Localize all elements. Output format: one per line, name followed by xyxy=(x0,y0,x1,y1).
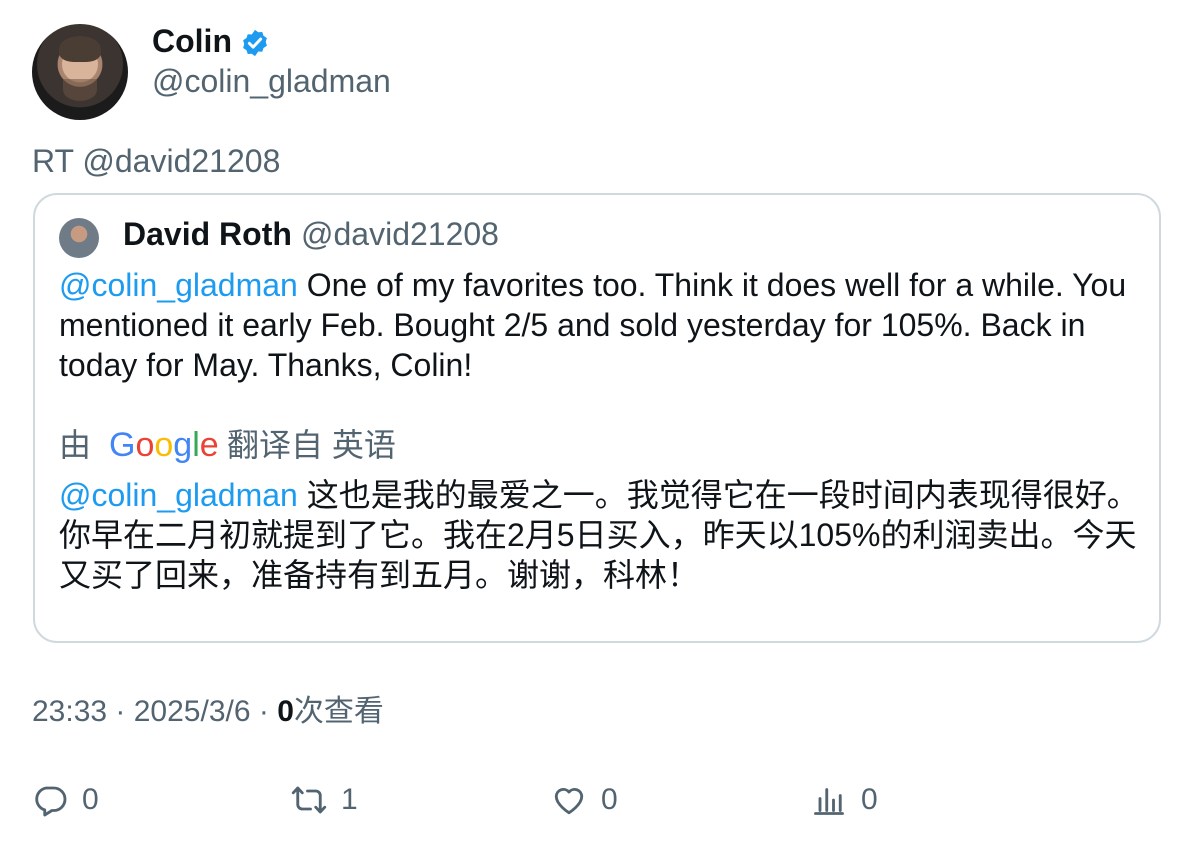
views-label: 次查看 xyxy=(293,695,384,728)
views-count: 0 xyxy=(277,695,294,728)
avatar-hair xyxy=(59,36,101,62)
mention-link[interactable]: @colin_gladman xyxy=(59,267,298,303)
translated-from-label: 翻译自 英语 xyxy=(227,427,396,463)
views-action-count: 0 xyxy=(861,783,878,816)
analytics-icon xyxy=(814,788,844,815)
author-avatar[interactable] xyxy=(32,24,128,120)
retweet-icon xyxy=(291,786,327,814)
tweet-meta: 23:33 · 2025/3/6 · 0次查看 xyxy=(32,695,384,728)
google-logo[interactable]: Google xyxy=(109,425,219,465)
quoted-author-name[interactable]: David Roth xyxy=(123,215,292,253)
like-button[interactable]: 0 xyxy=(551,780,618,820)
tweet-date[interactable]: 2025/3/6 xyxy=(134,695,251,728)
verified-badge-icon xyxy=(243,29,267,57)
avatar-beard xyxy=(63,79,97,101)
retweet-button[interactable]: 1 xyxy=(291,780,358,820)
translated-mention-link[interactable]: @colin_gladman xyxy=(59,477,298,513)
quoted-author-avatar[interactable] xyxy=(59,218,99,258)
author-handle[interactable]: @colin_gladman xyxy=(152,62,391,100)
retweet-line: RT @david21208 xyxy=(32,143,281,179)
like-count: 0 xyxy=(601,783,618,816)
reply-icon xyxy=(35,786,67,817)
translated-tweet-text: @colin_gladman 这也是我的最爱之一。我觉得它在一段时间内表现得很好… xyxy=(59,475,1149,595)
reply-count: 0 xyxy=(82,783,99,816)
author-name[interactable]: Colin xyxy=(152,22,232,60)
quoted-tweet-card[interactable]: David Roth @david21208 @colin_gladman On… xyxy=(33,193,1161,643)
quoted-tweet-text: @colin_gladman One of my favorites too. … xyxy=(59,265,1145,385)
quoted-author-handle[interactable]: @david21208 xyxy=(301,215,499,253)
heart-icon xyxy=(554,788,584,815)
tweet-time[interactable]: 23:33 xyxy=(32,695,107,728)
retweet-count: 1 xyxy=(341,783,358,816)
translated-by-label: 由 xyxy=(59,427,92,463)
reply-button[interactable]: 0 xyxy=(32,780,99,820)
views-button[interactable]: 0 xyxy=(811,780,878,820)
